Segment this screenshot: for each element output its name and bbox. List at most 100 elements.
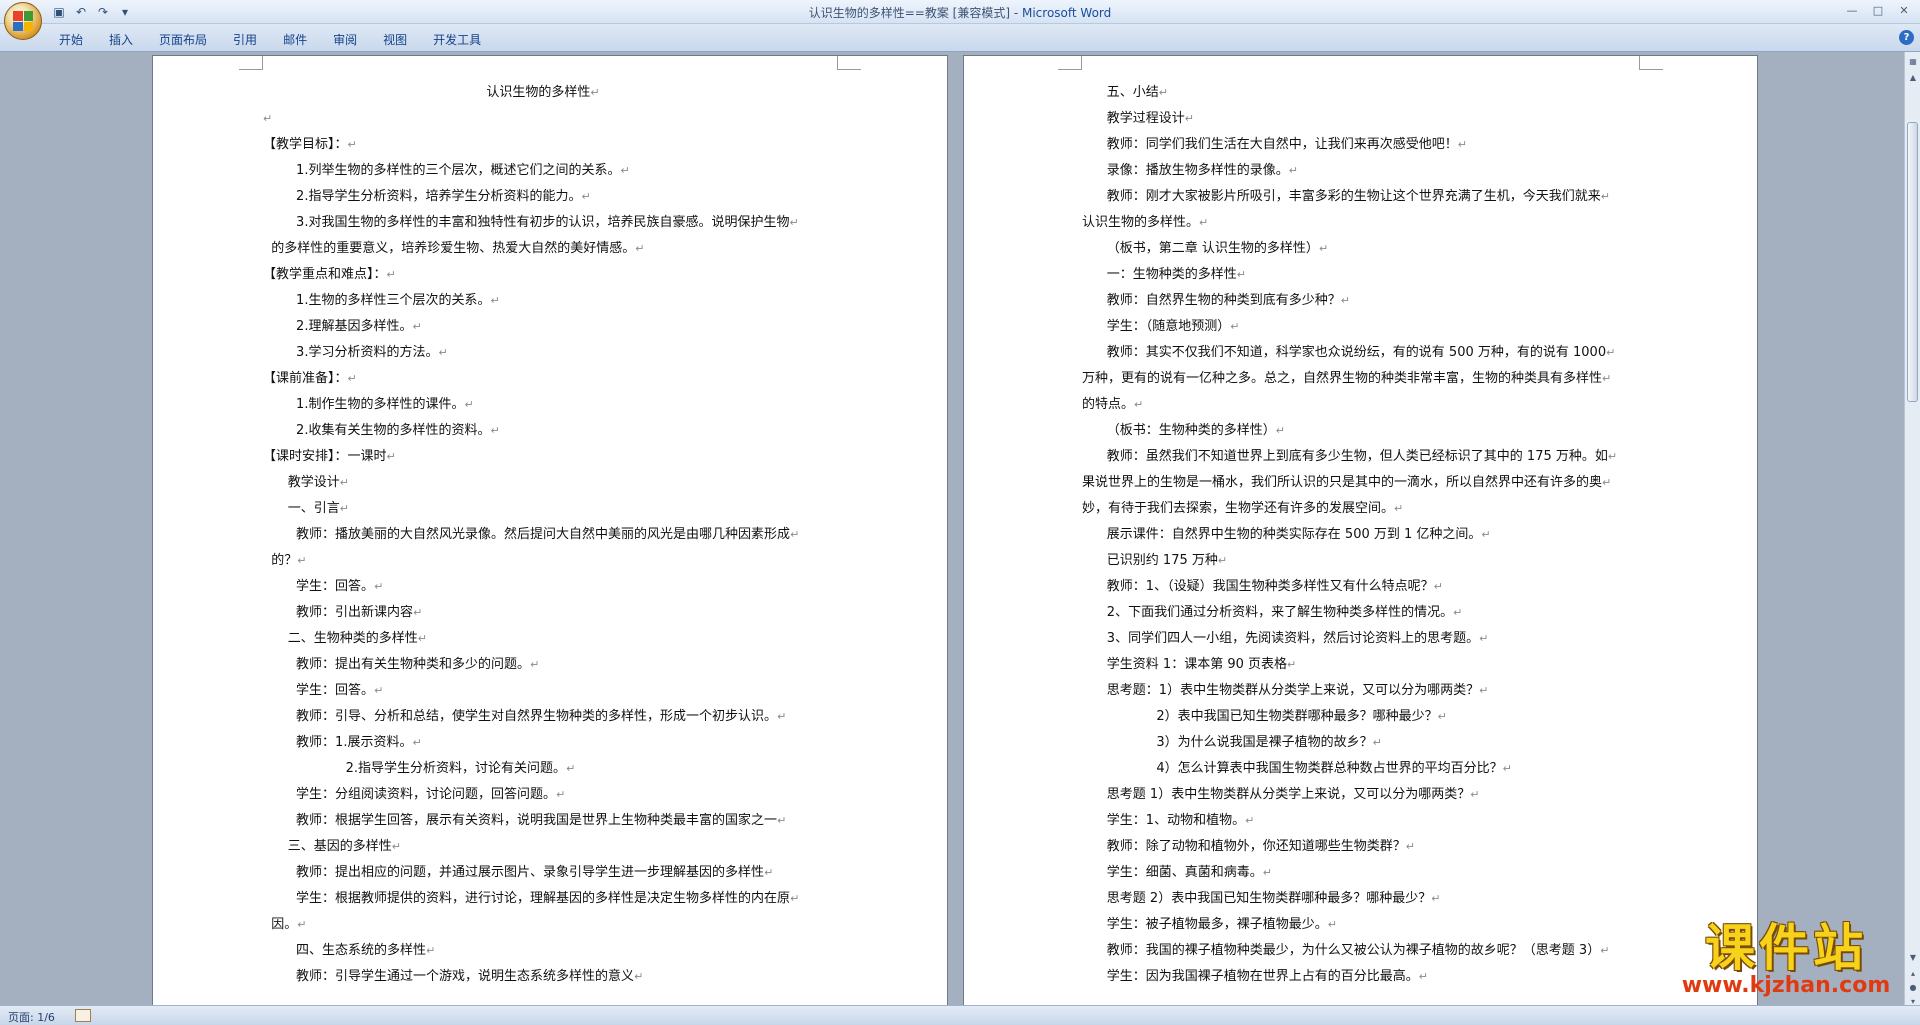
scroll-up-icon[interactable]: ▲ xyxy=(1906,70,1920,84)
crop-mark xyxy=(1639,56,1663,70)
paragraph-line: 3.对我国生物的多样性的丰富和独特性有初步的认识，培养民族自豪感。说明保护生物↵ xyxy=(263,210,823,236)
tab-developer[interactable]: 开发工具 xyxy=(420,29,494,50)
paragraph-mark-icon: ↵ xyxy=(1158,86,1169,99)
paragraph-text: 4）怎么计算表中我国生物类群总种数占世界的平均百分比？ xyxy=(1082,761,1503,776)
office-button[interactable] xyxy=(4,2,42,40)
paragraph-line: 2）表中我国已知生物类群哪种最多？哪种最少？↵ xyxy=(1082,704,1647,730)
paragraph-text: 教师：提出有关生物种类和多少的问题。 xyxy=(263,657,531,672)
paragraph-text: 一：生物种类的多样性 xyxy=(1082,267,1237,282)
minimize-button[interactable]: — xyxy=(1840,2,1864,19)
paragraph-line: 学生：回答。↵ xyxy=(263,678,823,704)
paragraph-line: 3.学习分析资料的方法。↵ xyxy=(263,340,823,366)
paragraph-mark-icon: ↵ xyxy=(1479,684,1489,697)
paragraph-line: 3、同学们四人一小组，先阅读资料，然后讨论资料上的思考题。↵ xyxy=(1082,626,1647,652)
tab-insert[interactable]: 插入 xyxy=(96,29,146,50)
paragraph-mark-icon: ↵ xyxy=(1236,268,1247,281)
paragraph-text: 学生：被子植物最多，裸子植物最少。 xyxy=(1082,917,1328,932)
paragraph-mark-icon: ↵ xyxy=(464,398,474,411)
paragraph-text: 学生：1、动物和植物。 xyxy=(1082,813,1246,828)
maximize-button[interactable]: □ xyxy=(1866,2,1890,19)
paragraph-mark-icon: ↵ xyxy=(263,112,273,125)
paragraph-text: 教师：引导学生通过一个游戏，说明生态系统多样性的意义 xyxy=(263,969,635,984)
paragraph-text: 四、生态系统的多样性 xyxy=(263,943,427,958)
paragraph-mark-icon: ↵ xyxy=(1470,788,1480,801)
select-browse-object-icon[interactable]: ● xyxy=(1906,980,1920,994)
proofing-icon[interactable] xyxy=(75,1009,91,1022)
tab-home[interactable]: 开始 xyxy=(46,29,96,50)
scroll-down-icon[interactable]: ▼ xyxy=(1906,950,1920,964)
paragraph-line: 思考题：1）表中生物类群从分类学上来说，又可以分为哪两类？↵ xyxy=(1082,678,1647,704)
paragraph-mark-icon: ↵ xyxy=(1418,970,1429,983)
paragraph-text: 1.生物的多样性三个层次的关系。 xyxy=(263,293,491,308)
paragraph-line: 1.生物的多样性三个层次的关系。↵ xyxy=(263,288,823,314)
previous-page-icon[interactable]: ▴ xyxy=(1906,966,1920,980)
paragraph-line: 4）怎么计算表中我国生物类群总种数占世界的平均百分比？↵ xyxy=(1082,756,1647,782)
document-workspace[interactable]: 认识生物的多样性↵ ↵ 【教学目标】：↵ 1.列举生物的多样性的三个层次，概述它们之… xyxy=(0,52,1904,1005)
paragraph-text: 的特点。 xyxy=(1082,397,1135,412)
paragraph-line: 果说世界上的生物是一桶水，我们所认识的只是其中的一滴水，所以自然界中还有许多的奥… xyxy=(1082,470,1647,496)
paragraph-line: （板书，第二章 认识生物的多样性）↵ xyxy=(1082,236,1647,262)
paragraph-line: 3）为什么说我国是裸子植物的故乡？↵ xyxy=(1082,730,1647,756)
paragraph-text: 学生：（随意地预测） xyxy=(1082,319,1231,334)
paragraph-mark-icon: ↵ xyxy=(1431,892,1441,905)
paragraph-line: 思考题 2）表中我国已知生物类群哪种最多？哪种最少？↵ xyxy=(1082,886,1647,912)
paragraph-mark-icon: ↵ xyxy=(412,320,422,333)
paragraph-text: 认识生物的多样性 xyxy=(486,85,591,100)
paragraph-text: 万种，更有的说有一亿种之多。总之，自然界生物的种类非常丰富，生物的种类具有多样性 xyxy=(1082,371,1603,386)
scrollbar-thumb[interactable] xyxy=(1907,122,1918,402)
paragraph-mark-icon: ↵ xyxy=(1602,476,1612,489)
paragraph-line: 教师：引导、分析和总结，使学生对自然界生物种类的多样性，形成一个初步认识。↵ xyxy=(263,704,823,730)
paragraph-mark-icon: ↵ xyxy=(412,736,422,749)
paragraph-mark-icon: ↵ xyxy=(1217,554,1228,567)
paragraph-line: 教学过程设计↵ xyxy=(1082,106,1647,132)
close-button[interactable]: ✕ xyxy=(1892,2,1916,19)
paragraph-text: 思考题 2）表中我国已知生物类群哪种最多？哪种最少？ xyxy=(1082,891,1432,906)
paragraph-mark-icon: ↵ xyxy=(1600,944,1610,957)
paragraph-line: 学生：（随意地预测）↵ xyxy=(1082,314,1647,340)
paragraph-text: 2.指导学生分析资料，讨论有关问题。 xyxy=(263,761,567,776)
paragraph-text: 教师：同学们我们生活在大自然中，让我们来再次感受他吧！ xyxy=(1082,137,1458,152)
paragraph-line: 学生：被子植物最多，裸子植物最少。↵ xyxy=(1082,912,1647,938)
document-page-right[interactable]: 五、小结↵ 教学过程设计↵ 教师：同学们我们生活在大自然中，让我们来再次感受他吧… xyxy=(963,55,1758,1005)
paragraph-line: 认识生物的多样性↵ xyxy=(263,80,823,106)
paragraph-mark-icon: ↵ xyxy=(374,684,384,697)
paragraph-line: 教师：引出新课内容↵ xyxy=(263,600,823,626)
paragraph-line: 学生资料 1：课本第 90 页表格↵ xyxy=(1082,652,1647,678)
paragraph-text: 2）表中我国已知生物类群哪种最多？哪种最少？ xyxy=(1082,709,1438,724)
vertical-scrollbar[interactable]: ▦ ▲ ▼ ▴ ● ▾ xyxy=(1904,52,1920,1006)
paragraph-line: 学生：因为我国裸子植物在世界上占有的百分比最高。↵ xyxy=(1082,964,1647,990)
tab-view[interactable]: 视图 xyxy=(370,29,420,50)
paragraph-line: 教师：提出相应的问题，并通过展示图片、录象引导学生进一步理解基因的多样性↵ xyxy=(263,860,823,886)
document-page-left[interactable]: 认识生物的多样性↵ ↵ 【教学目标】：↵ 1.列举生物的多样性的三个层次，概述它们之… xyxy=(152,55,948,1005)
paragraph-line: 学生：根据教师提供的资料，进行讨论，理解基因的多样性是决定生物多样性的内在原↵ xyxy=(263,886,823,912)
paragraph-text: 教师：虽然我们不知道世界上到底有多少生物，但人类已经标识了其中的 175 万种。… xyxy=(1082,449,1608,464)
left-page-text: 认识生物的多样性↵ ↵ 【教学目标】：↵ 1.列举生物的多样性的三个层次，概述它们之… xyxy=(263,80,823,990)
page-indicator[interactable]: 页面: 1/6 xyxy=(8,1009,55,1025)
paragraph-mark-icon: ↵ xyxy=(1199,216,1209,229)
paragraph-line: 教师：除了动物和植物外，你还知道哪些生物类群？↵ xyxy=(1082,834,1647,860)
paragraph-line: 学生：分组阅读资料，讨论问题，回答问题。↵ xyxy=(263,782,823,808)
ruler-toggle-icon[interactable]: ▦ xyxy=(1906,54,1920,68)
watermark-logo-text: 课件站 xyxy=(1705,919,1867,977)
paragraph-mark-icon: ↵ xyxy=(581,190,591,203)
ribbon: 开始 插入 页面布局 引用 邮件 审阅 视图 开发工具 ? xyxy=(0,24,1920,52)
paragraph-mark-icon: ↵ xyxy=(1327,918,1338,931)
tab-references[interactable]: 引用 xyxy=(220,29,270,50)
paragraph-line: 2.指导学生分析资料，培养学生分析资料的能力。↵ xyxy=(263,184,823,210)
paragraph-mark-icon: ↵ xyxy=(1405,840,1416,853)
help-icon[interactable]: ? xyxy=(1899,30,1914,45)
paragraph-line: 2.收集有关生物的多样性的资料。↵ xyxy=(263,418,823,444)
tab-mailings[interactable]: 邮件 xyxy=(270,29,320,50)
paragraph-mark-icon: ↵ xyxy=(1600,190,1611,203)
paragraph-mark-icon: ↵ xyxy=(1275,424,1286,437)
paragraph-mark-icon: ↵ xyxy=(386,450,396,463)
status-bar: 页面: 1/6 xyxy=(0,1005,1920,1025)
paragraph-text: 教师：除了动物和植物外，你还知道哪些生物类群？ xyxy=(1082,839,1406,854)
tab-review[interactable]: 审阅 xyxy=(320,29,370,50)
paragraph-line: 思考题 1）表中生物类群从分类学上来说，又可以分为哪两类？↵ xyxy=(1082,782,1647,808)
paragraph-text: 录像：播放生物多样性的录像。 xyxy=(1082,163,1289,178)
paragraph-text: 二、生物种类的多样性 xyxy=(263,631,418,646)
tab-page-layout[interactable]: 页面布局 xyxy=(146,29,220,50)
paragraph-line: ↵ xyxy=(263,106,823,132)
paragraph-mark-icon: ↵ xyxy=(347,138,357,151)
